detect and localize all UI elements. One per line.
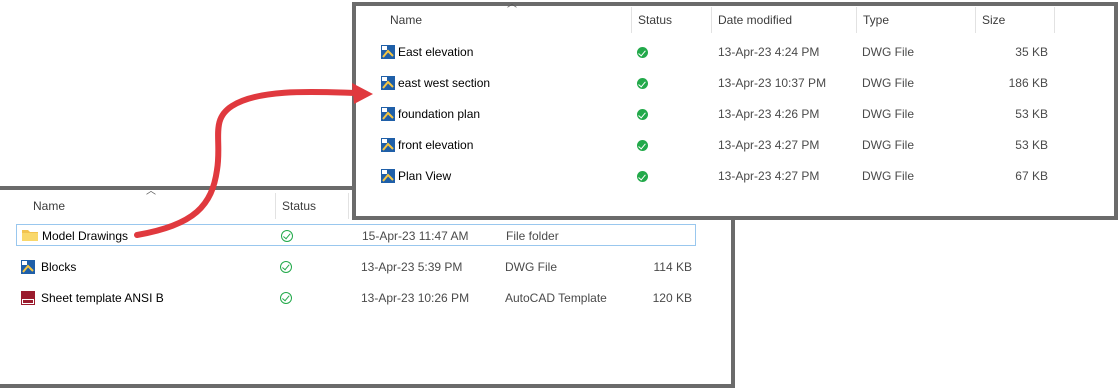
file-size: 120 KB [652,291,692,305]
column-header-name[interactable]: Name [33,193,65,219]
list-item-front-elevation[interactable]: front elevation 13-Apr-23 4:27 PM DWG Fi… [376,134,1066,156]
dwg-file-icon [20,259,36,275]
list-item-model-drawings[interactable]: Model Drawings 15-Apr-23 11:47 AM File f… [16,224,696,246]
column-header-row: ︿ Name Status Date modified Type Size [356,0,1114,33]
file-size: 53 KB [1015,107,1048,121]
dwg-file-icon [380,44,396,60]
file-type: File folder [506,229,559,243]
file-size [621,225,691,247]
column-header-status[interactable]: Status [638,7,672,33]
list-item-foundation-plan[interactable]: foundation plan 13-Apr-23 4:26 PM DWG Fi… [376,103,1066,125]
file-name: east west section [398,76,491,90]
list-item-sheet-template[interactable]: Sheet template ANSI B 13-Apr-23 10:26 PM… [16,287,696,309]
file-type: AutoCAD Template [505,291,607,305]
file-type: DWG File [862,169,914,183]
status-synced-icon [637,109,648,120]
column-divider[interactable] [275,193,276,219]
file-name: Sheet template ANSI B [41,291,164,305]
file-type: DWG File [862,107,914,121]
date-modified: 15-Apr-23 11:47 AM [362,229,469,243]
date-modified: 13-Apr-23 4:27 PM [718,169,820,183]
dwg-file-icon [380,168,396,184]
dwg-file-icon [380,106,396,122]
file-name: Model Drawings [42,229,129,243]
file-type: DWG File [505,260,557,274]
file-name: Plan View [398,169,452,183]
file-type: DWG File [862,138,914,152]
file-type: DWG File [862,76,914,90]
column-divider[interactable] [631,7,632,33]
file-size: 114 KB [653,260,692,274]
file-size: 53 KB [1015,138,1048,152]
list-item-east-west-section[interactable]: east west section 13-Apr-23 10:37 PM DWG… [376,72,1066,94]
column-header-status[interactable]: Status [282,193,316,219]
list-item-blocks[interactable]: Blocks 13-Apr-23 5:39 PM DWG File 114 KB [16,256,696,278]
list-item-plan-view[interactable]: Plan View 13-Apr-23 4:27 PM DWG File 67 … [376,165,1066,187]
file-type: DWG File [862,45,914,59]
dwg-file-icon [380,75,396,91]
file-size: 35 KB [1015,45,1048,59]
file-name: Blocks [41,260,77,274]
date-modified: 13-Apr-23 4:26 PM [718,107,820,121]
column-header-size[interactable]: Size [982,7,1005,33]
file-size: 186 KB [1008,76,1048,90]
column-header-date-modified[interactable]: Date modified [718,7,792,33]
status-synced-icon [637,140,648,151]
column-divider[interactable] [1054,7,1055,33]
column-divider[interactable] [856,7,857,33]
date-modified: 13-Apr-23 4:27 PM [718,138,820,152]
status-synced-icon [637,171,648,182]
file-name: foundation plan [398,107,481,121]
status-available-icon [280,292,292,304]
date-modified: 13-Apr-23 10:26 PM [361,291,470,305]
list-item-east-elevation[interactable]: East elevation 13-Apr-23 4:24 PM DWG Fil… [376,41,1066,63]
status-synced-icon [637,78,648,89]
status-available-icon [280,261,292,273]
top-explorer-window: ︿ Name Status Date modified Type Size Ea… [352,0,1118,220]
file-name: East elevation [398,45,474,59]
column-divider[interactable] [348,193,349,219]
dwg-file-icon [380,137,396,153]
status-available-icon [281,230,293,242]
date-modified: 13-Apr-23 10:37 PM [718,76,827,90]
column-header-type[interactable]: Type [863,7,889,33]
dwt-template-icon [20,290,36,306]
sort-caret-icon: ︿ [507,0,517,10]
sort-caret-icon: ︿ [146,186,156,197]
column-divider[interactable] [975,7,976,33]
status-synced-icon [637,47,648,58]
file-name: front elevation [398,138,474,152]
column-divider[interactable] [711,7,712,33]
file-size: 67 KB [1015,169,1048,183]
column-header-name[interactable]: Name [390,7,422,33]
folder-icon [21,227,38,243]
date-modified: 13-Apr-23 4:24 PM [718,45,820,59]
date-modified: 13-Apr-23 5:39 PM [361,260,463,274]
